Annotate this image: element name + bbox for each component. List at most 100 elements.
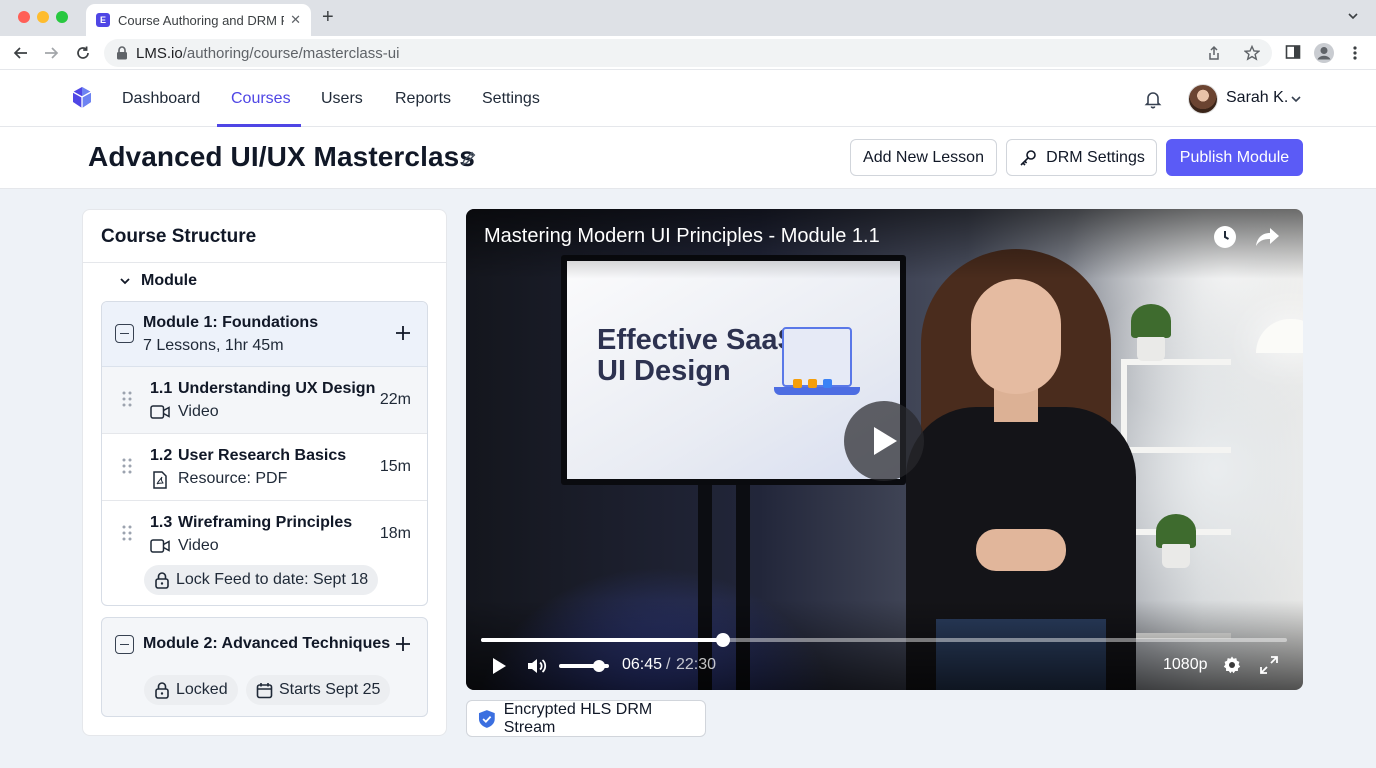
progress-bar[interactable] [481, 633, 1287, 647]
url-domain: LMS.io [136, 44, 183, 62]
reload-icon[interactable] [74, 44, 92, 62]
browser-tab-active[interactable]: E Course Authoring and DRM P ✕ [86, 4, 311, 36]
drag-handle-icon[interactable] [122, 525, 132, 541]
window-maximize-button[interactable] [56, 11, 68, 23]
tab-title: Course Authoring and DRM P [118, 12, 285, 28]
volume-knob[interactable] [593, 660, 605, 672]
progress-fill [481, 638, 723, 642]
drm-settings-label: DRM Settings [1046, 148, 1145, 166]
nav-settings[interactable]: Settings [482, 70, 540, 127]
locked-status-pill: Locked [144, 675, 238, 705]
page-title: Advanced UI/UX Masterclass [88, 141, 475, 172]
window-close-button[interactable] [18, 11, 30, 23]
slide-chip [808, 379, 817, 388]
add-lesson-plus-icon[interactable] [395, 325, 411, 341]
play-icon[interactable] [490, 657, 508, 675]
forward-arrow-icon[interactable] [42, 44, 60, 62]
browser-toolbar: LMS.io/authoring/course/masterclass-ui [0, 36, 1376, 70]
nav-courses[interactable]: Courses [231, 70, 291, 127]
drm-stream-badge: Encrypted HLS DRM Stream [466, 700, 706, 737]
video-icon [150, 539, 170, 553]
volume-icon[interactable] [526, 656, 548, 676]
nav-dashboard[interactable]: Dashboard [122, 70, 200, 127]
module-2-name: Module 2: Advanced Techniques [143, 635, 391, 652]
nav-users[interactable]: Users [321, 70, 363, 127]
slide-chip [793, 379, 802, 388]
watch-later-clock-icon[interactable] [1213, 225, 1237, 249]
lesson-row[interactable]: 1.3 Wireframing Principles Video 18m Loc… [102, 501, 427, 605]
collapse-minus-icon[interactable] [115, 324, 134, 343]
fullscreen-icon[interactable] [1260, 656, 1278, 674]
back-arrow-icon[interactable] [12, 44, 30, 62]
lock-icon [117, 46, 127, 60]
quality-label[interactable]: 1080p [1163, 656, 1208, 674]
drag-handle-icon[interactable] [122, 458, 132, 474]
video-title: Mastering Modern UI Principles - Module … [484, 225, 880, 247]
tab-search-chevron-icon[interactable] [1346, 9, 1360, 23]
app-logo-icon[interactable] [72, 87, 92, 109]
slide-text-line-2: UI Design [597, 355, 731, 387]
lesson-number: 1.2 [150, 447, 173, 464]
chevron-down-icon [120, 278, 130, 285]
module-group-toggle[interactable]: Module [119, 272, 197, 290]
side-panel-icon[interactable] [1285, 44, 1301, 60]
module-card-2[interactable]: Module 2: Advanced Techniques Locked Sta… [101, 617, 428, 717]
collapse-minus-icon[interactable] [115, 635, 134, 654]
calendar-icon [256, 682, 273, 698]
lesson-type: Video [178, 403, 219, 420]
module-card-1: Module 1: Foundations 7 Lessons, 1hr 45m… [101, 301, 428, 606]
lesson-title: User Research Basics [178, 447, 347, 464]
notification-bell-icon[interactable] [1143, 89, 1163, 109]
lesson-number: 1.1 [150, 380, 173, 397]
user-avatar[interactable] [1188, 84, 1218, 114]
bookmark-star-icon[interactable] [1244, 45, 1260, 61]
plant-pot [1162, 544, 1190, 568]
edit-pencil-icon[interactable] [460, 149, 478, 167]
lesson-number: 1.3 [150, 514, 173, 531]
add-new-lesson-button[interactable]: Add New Lesson [850, 139, 997, 176]
profile-icon[interactable] [1313, 42, 1335, 64]
key-icon [1020, 149, 1036, 166]
divider [83, 262, 446, 263]
drm-stream-label: Encrypted HLS DRM Stream [503, 700, 653, 736]
publish-module-button[interactable]: Publish Module [1166, 139, 1303, 176]
lesson-duration: 15m [379, 458, 411, 475]
total-duration: 22:30 [676, 656, 717, 673]
add-lesson-plus-icon[interactable] [395, 636, 411, 652]
share-arrow-icon[interactable] [1255, 225, 1281, 249]
play-icon [874, 427, 897, 455]
url-path: /authoring/course/masterclass-ui [182, 44, 400, 62]
drm-settings-button[interactable]: DRM Settings [1006, 139, 1157, 176]
lesson-row[interactable]: 1.1 Understanding UX Design Video 22m [102, 367, 427, 434]
lesson-title: Wireframing Principles [178, 514, 353, 531]
video-player[interactable]: Effective SaaS UI Design Mastering Moder… [466, 209, 1303, 690]
module-1-header[interactable]: Module 1: Foundations 7 Lessons, 1hr 45m [102, 302, 427, 367]
slide-text-line-1: Effective SaaS [597, 324, 797, 356]
slide-chip [823, 379, 832, 388]
lock-icon [155, 682, 169, 699]
lesson-type: Resource: PDF [178, 470, 288, 487]
browser-tab-strip: E Course Authoring and DRM P ✕ + [0, 0, 1376, 36]
user-name[interactable]: Sarah K. [1226, 89, 1288, 107]
current-time: 06:45 [622, 656, 663, 673]
big-play-button[interactable] [844, 401, 924, 481]
tab-favicon-icon: E [96, 13, 110, 27]
progress-knob[interactable] [715, 633, 730, 647]
window-minimize-button[interactable] [37, 11, 49, 23]
tab-close-icon[interactable]: ✕ [290, 12, 301, 28]
page-title-bar: Advanced UI/UX Masterclass Add New Lesso… [0, 127, 1376, 189]
chevron-down-icon[interactable] [1290, 93, 1302, 105]
pdf-icon [153, 471, 167, 489]
lock-date-pill[interactable]: Lock Feed to date: Sept 18 [144, 565, 379, 595]
new-tab-plus-icon[interactable]: + [322, 6, 334, 29]
browser-menu-icon[interactable] [1348, 44, 1362, 62]
share-icon[interactable] [1206, 45, 1222, 61]
lesson-row[interactable]: 1.2 User Research Basics Resource: PDF 1… [102, 434, 427, 501]
module-1-meta: 7 Lessons, 1hr 45m [143, 337, 284, 354]
nav-reports[interactable]: Reports [395, 70, 451, 127]
address-bar[interactable]: LMS.io/authoring/course/masterclass-ui [104, 39, 1272, 67]
url-text: LMS.io/authoring/course/masterclass-ui [136, 45, 399, 62]
drag-handle-icon[interactable] [122, 391, 132, 407]
settings-gear-icon[interactable] [1222, 655, 1242, 675]
laptop-illustration [774, 327, 860, 395]
